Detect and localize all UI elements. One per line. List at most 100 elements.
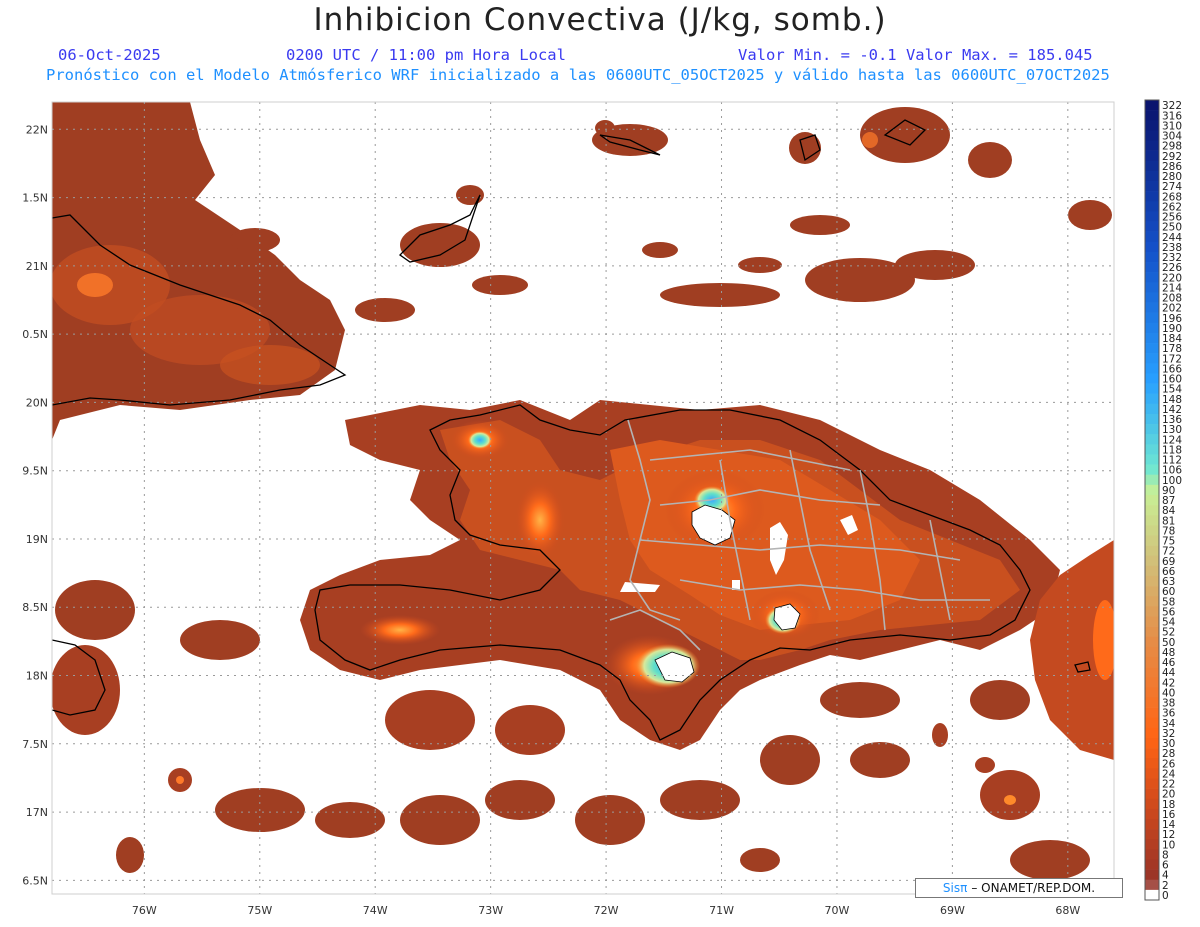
latitude-labels: 22N 1.5N 21N 0.5N 20N 9.5N 19N 8.5N 18N 7.5N 17N 6.… [22,123,48,887]
colorbar-swatch [1145,110,1159,121]
colorbar-swatch [1145,312,1159,324]
colorbar-swatch [1145,150,1159,162]
colorbar-swatch [1145,869,1159,881]
colorbar-swatch [1145,829,1159,840]
colorbar-swatch [1145,717,1159,729]
colorbar-swatch [1145,231,1159,243]
latitude-tick-label: 1.5N [22,192,48,205]
latitude-tick-label: 8.5N [22,601,48,614]
colorbar-swatch [1145,221,1159,232]
latitude-tick-label: 18N [26,670,48,683]
colorbar-swatch [1145,788,1159,800]
colorbar-swatch [1145,181,1159,192]
latitude-tick-label: 6.5N [22,874,48,887]
colorbar-swatch [1145,596,1159,607]
colorbar-swatch [1145,332,1159,344]
colorbar-swatch [1145,444,1159,455]
colorbar-swatch [1145,575,1159,587]
colorbar-swatch [1145,768,1159,779]
colorbar-swatch [1145,555,1159,567]
colorbar-swatch [1145,798,1159,810]
colorbar-swatch [1145,606,1159,617]
colorbar-swatch [1145,262,1159,273]
colorbar-swatch [1145,373,1159,384]
colorbar-swatch [1145,292,1159,303]
colorbar-swatch [1145,667,1159,678]
colorbar-swatch [1145,393,1159,405]
colorbar-swatch [1145,170,1159,182]
colorbar-swatch [1145,484,1159,496]
colorbar-swatch [1145,494,1159,506]
colorbar-swatch [1145,586,1159,597]
colorbar-swatch [1145,343,1159,354]
colorbar-swatch [1145,383,1159,394]
colorbar-swatch [1145,464,1159,475]
colorbar-swatch [1145,565,1159,577]
colorbar-swatch [1145,525,1159,536]
colorbar-swatch [1145,727,1159,739]
colorbar-swatch [1145,707,1159,719]
latitude-tick-label: 9.5N [22,465,48,478]
colorbar-swatch [1145,677,1159,688]
longitude-tick-label: 71W [709,904,734,917]
colorbar-swatch [1145,778,1159,789]
colorbar-swatch [1145,282,1159,293]
colorbar-swatch [1145,272,1159,283]
longitude-tick-label: 68W [1055,904,1080,917]
longitude-tick-label: 74W [363,904,388,917]
latitude-tick-label: 20N [26,396,48,409]
latitude-tick-label: 7.5N [22,738,48,751]
colorbar-swatch [1145,889,1159,901]
longitude-tick-label: 76W [132,904,157,917]
colorbar-swatch [1145,656,1159,668]
colorbar-swatch [1145,545,1159,556]
colorbar-swatch [1145,424,1159,435]
longitude-tick-label: 69W [940,904,965,917]
colorbar-swatch [1145,130,1159,141]
colorbar-swatch [1145,201,1159,212]
cin-field [52,102,1114,880]
colorbar-swatch [1145,363,1159,374]
colorbar-swatch [1145,211,1159,222]
colorbar-swatch [1145,241,1159,253]
brand-org: – ONAMET/REP.DOM. [971,881,1096,895]
colorbar-swatch [1145,737,1159,749]
colorbar-swatch [1145,535,1159,546]
colorbar-swatch [1145,636,1159,648]
colorbar-swatch [1145,454,1159,465]
latitude-tick-label: 17N [26,806,48,819]
colorbar-swatch [1145,322,1159,334]
longitude-tick-label: 70W [825,904,850,917]
colorbar-swatch [1145,302,1159,313]
colorbar-swatch [1145,879,1159,891]
longitude-tick-label: 73W [478,904,503,917]
colorbar-swatch [1145,697,1159,708]
cin-map: 22N 1.5N 21N 0.5N 20N 9.5N 19N 8.5N 18N 7.5N 17N 6.… [22,99,1182,917]
colorbar-swatch [1145,120,1159,131]
colorbar-swatch [1145,353,1159,364]
colorbar-swatch [1145,818,1159,830]
colorbar-swatch [1145,687,1159,698]
colorbar-swatch [1145,515,1159,526]
colorbar-swatch [1145,748,1159,759]
colorbar-swatch [1145,849,1159,860]
colorbar-swatch [1145,758,1159,769]
latitude-tick-label: 21N [26,260,48,273]
colorbar-swatch [1145,626,1159,638]
colorbar-swatch [1145,160,1159,172]
longitude-tick-label: 72W [594,904,619,917]
colorbar-swatch [1145,808,1159,820]
colorbar-swatch [1145,474,1159,486]
colorbar-swatch [1145,413,1159,425]
latitude-tick-label: 22N [26,123,48,136]
colorbar: 3223163103042982922862802742682622562502… [1144,99,1182,902]
colorbar-swatch [1145,839,1159,850]
brand-box: Sisπ – ONAMET/REP.DOM. [915,878,1123,898]
latitude-tick-label: 19N [26,533,48,546]
colorbar-swatch [1145,859,1159,870]
colorbar-swatch [1145,251,1159,263]
colorbar-swatch [1145,100,1159,111]
colorbar-label: 0 [1162,890,1169,902]
colorbar-swatch [1145,140,1159,151]
colorbar-swatch [1145,434,1159,445]
